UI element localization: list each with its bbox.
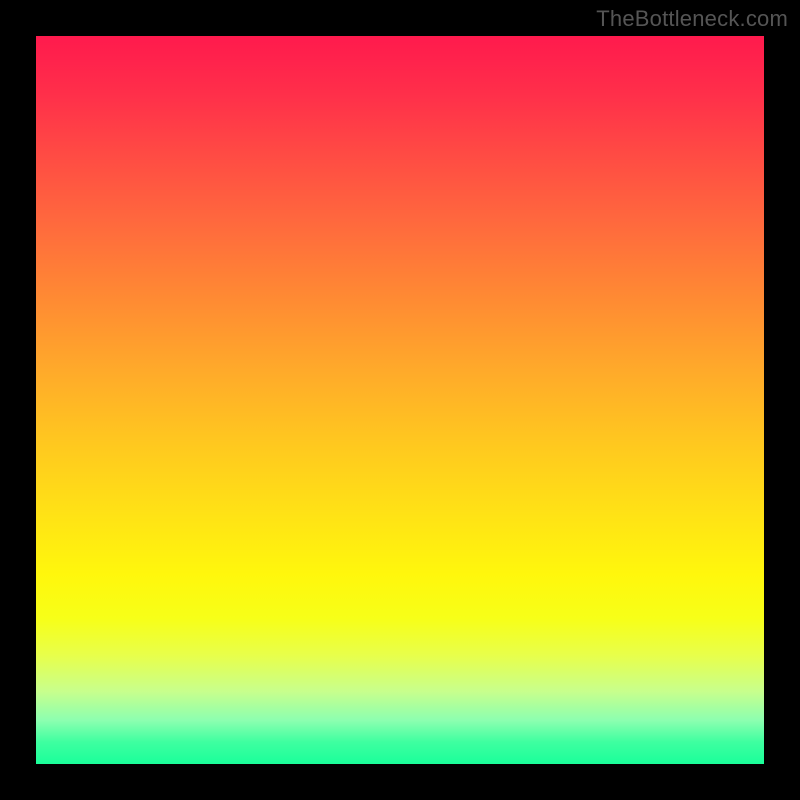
gradient-background [36, 36, 764, 764]
watermark-text: TheBottleneck.com [596, 6, 788, 32]
plot-area [36, 36, 764, 764]
chart-stage: TheBottleneck.com [0, 0, 800, 800]
